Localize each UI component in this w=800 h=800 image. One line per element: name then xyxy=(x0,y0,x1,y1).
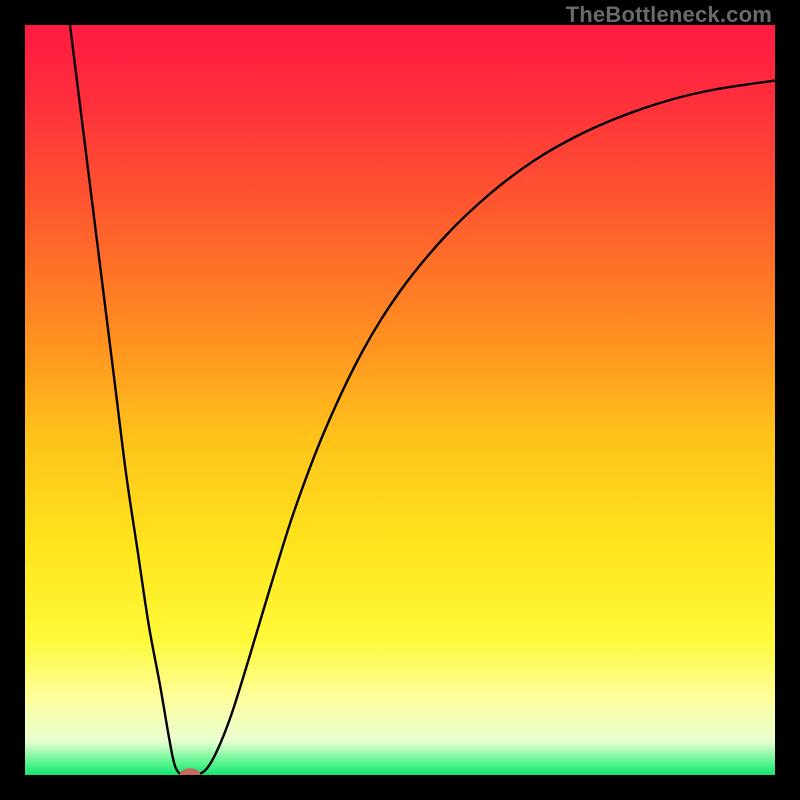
gradient-background xyxy=(25,25,775,775)
chart-frame xyxy=(25,25,775,775)
bottleneck-chart xyxy=(25,25,775,775)
watermark-text: TheBottleneck.com xyxy=(566,2,772,28)
